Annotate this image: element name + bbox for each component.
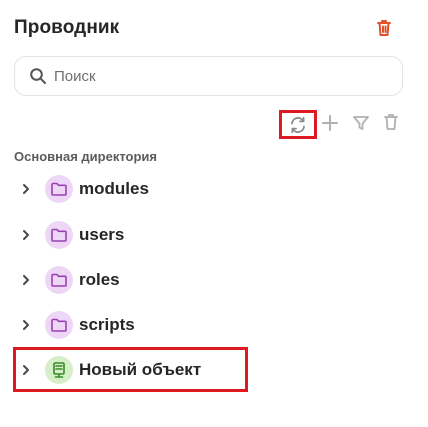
tree-item-label: roles (79, 270, 120, 289)
tree-item-scripts[interactable]: scripts (14, 308, 135, 342)
section-label: Основная директория (14, 149, 157, 164)
selection-highlight (13, 347, 248, 392)
search-input[interactable] (54, 67, 384, 85)
chevron-right-icon[interactable] (19, 273, 33, 287)
header-delete-button[interactable] (373, 17, 395, 39)
toolbar-delete-button[interactable] (381, 112, 401, 132)
search-icon (30, 68, 46, 84)
chevron-right-icon[interactable] (19, 182, 33, 196)
filter-icon (353, 116, 369, 130)
refresh-button[interactable] (279, 110, 317, 139)
folder-icon (45, 175, 73, 203)
tree-item-roles[interactable]: roles (14, 263, 120, 297)
chevron-right-icon[interactable] (19, 228, 33, 242)
add-button[interactable] (321, 114, 339, 132)
tree-item-users[interactable]: users (14, 218, 124, 252)
folder-icon (45, 311, 73, 339)
refresh-icon (291, 116, 305, 133)
chevron-right-icon[interactable] (19, 318, 33, 332)
tree-item-modules[interactable]: modules (14, 172, 149, 206)
tree-item-label: modules (79, 179, 149, 198)
search-box[interactable] (14, 56, 403, 96)
folder-icon (45, 266, 73, 294)
tree-item-label: users (79, 225, 125, 244)
trash-icon (384, 114, 398, 130)
folder-icon (45, 221, 73, 249)
tree-item-label: scripts (79, 315, 135, 334)
trash-icon (377, 20, 391, 36)
plus-icon (322, 115, 338, 131)
filter-button[interactable] (352, 114, 370, 132)
panel-title: Проводник (14, 17, 120, 38)
